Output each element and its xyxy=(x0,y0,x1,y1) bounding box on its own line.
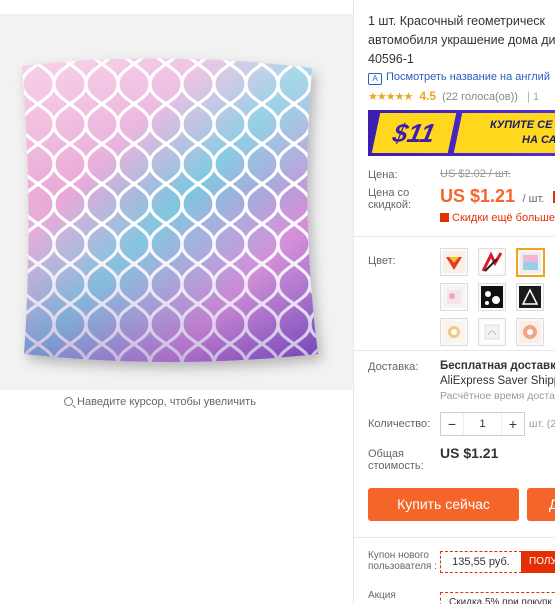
free-shipping-text: Бесплатная доставка в xyxy=(440,360,555,372)
coupon-value: 135,55 руб. xyxy=(440,551,522,573)
banner-cta-line: КУПИТЕ СЕ xyxy=(490,119,553,131)
quantity-stepper: − 1 + xyxy=(440,412,525,436)
more-discounts-link[interactable]: Скидки ещё больше xyxy=(440,212,555,224)
color-swatch[interactable] xyxy=(478,318,506,346)
sale-price: US $1.21 / шт. -4 xyxy=(440,186,555,207)
promo-value: Скидка 5% при покупк xyxy=(440,592,555,604)
color-swatch[interactable] xyxy=(478,248,506,276)
product-title: 1 шт. Красочный геометрическ автомобиля … xyxy=(368,12,555,69)
color-swatch[interactable] xyxy=(516,283,544,311)
translate-title-link[interactable]: A Посмотреть название на англий xyxy=(368,71,550,85)
rating-votes-link[interactable]: (22 голоса(ов)) xyxy=(442,91,518,103)
color-swatch[interactable] xyxy=(440,318,468,346)
total-label: Общая стоимость: xyxy=(368,448,424,472)
get-coupon-button[interactable]: ПОЛУ xyxy=(521,551,555,573)
zoom-hint: Наведите курсор, чтобы увеличить xyxy=(0,396,320,408)
price-label: Цена: xyxy=(368,169,398,181)
total-price: US $1.21 xyxy=(440,445,499,461)
color-swatch-selected[interactable] xyxy=(516,248,545,277)
product-title-line: 40596-1 xyxy=(368,52,414,66)
original-price: US $2.02 / шт. xyxy=(440,168,511,180)
product-title-line: автомобиля украшение дома ди xyxy=(368,33,555,47)
gift-icon xyxy=(440,213,449,222)
quantity-input[interactable]: 1 xyxy=(464,413,501,435)
more-discounts-text: Скидки ещё больше xyxy=(452,212,555,224)
shipping-info: Бесплатная доставка в AliExpress Saver S… xyxy=(440,359,555,389)
color-swatch[interactable] xyxy=(478,283,506,311)
shipping-label: Доставка: xyxy=(368,361,419,373)
sale-price-value: US $1.21 xyxy=(440,186,516,206)
buy-now-button[interactable]: Купить сейчас xyxy=(368,488,519,521)
promo-label: Акция xyxy=(368,590,396,601)
banner-cta-line: НА СА xyxy=(522,134,555,146)
color-swatch[interactable] xyxy=(516,318,544,346)
quantity-label: Количество: xyxy=(368,418,431,430)
color-label: Цвет: xyxy=(368,255,396,267)
product-image[interactable] xyxy=(0,14,353,390)
promo-banner[interactable]: $11 КУПИТЕ СЕ НА СА xyxy=(368,110,555,156)
rating-score: 4.5 xyxy=(419,89,437,103)
sale-price-label: Цена со скидкой: xyxy=(368,187,412,211)
section-divider xyxy=(354,537,555,538)
translate-icon: A xyxy=(368,73,382,85)
shipping-service-dropdown[interactable]: AliExpress Saver Shippi xyxy=(440,374,555,389)
magnifier-icon xyxy=(64,397,74,406)
quantity-available: шт. (2 xyxy=(529,418,555,430)
banner-amount: $11 xyxy=(371,113,457,153)
color-swatch[interactable] xyxy=(440,248,468,276)
add-to-cart-button[interactable]: Д xyxy=(527,488,555,521)
delivery-estimate: Расчётное время достав xyxy=(440,390,555,402)
rating: ★★★★★ 4.5 (22 голоса(ов)) | 1 xyxy=(368,89,539,103)
zoom-hint-text: Наведите курсор, чтобы увеличить xyxy=(77,396,256,408)
section-divider xyxy=(354,236,555,237)
translate-link-text: Посмотреть название на англий xyxy=(386,71,550,83)
quantity-increase-button[interactable]: + xyxy=(501,413,524,435)
section-divider xyxy=(354,350,555,351)
price-unit: / шт. xyxy=(522,193,545,205)
star-rating-icon: ★★★★★ xyxy=(368,91,413,103)
new-user-coupon-label: Купон нового пользователя : xyxy=(368,550,437,572)
orders-count: | 1 xyxy=(527,91,540,103)
quantity-decrease-button[interactable]: − xyxy=(441,413,464,435)
product-details: 1 шт. Красочный геометрическ автомобиля … xyxy=(354,0,555,604)
product-gallery: Наведите курсор, чтобы увеличить xyxy=(0,0,353,604)
color-swatch[interactable] xyxy=(440,283,468,311)
product-title-line: 1 шт. Красочный геометрическ xyxy=(368,14,546,28)
